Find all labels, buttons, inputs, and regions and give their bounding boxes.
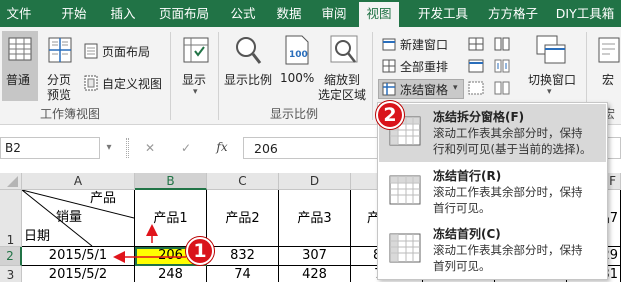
name-box-dropdown-icon[interactable]: ▾ xyxy=(101,139,117,157)
custom-views-button[interactable]: 自定义视图 xyxy=(82,73,168,93)
group-separator xyxy=(170,32,171,120)
normal-view-icon xyxy=(8,37,32,61)
switch-windows-dropdown-icon: ▾ xyxy=(547,87,552,97)
arrange-all-label: 全部重排 xyxy=(400,60,449,74)
freeze-first-column-desc: 滚动工作表其余部分时，保持 首列可见。 xyxy=(433,242,603,274)
switch-windows-label: 切换窗口 xyxy=(528,73,577,87)
ribbon-tab-bar: 文件 开始 插入 页面布局 公式 数据 审阅 视图 开发工具 方方格子 DIY工… xyxy=(0,0,621,27)
view-side-by-side-icon[interactable] xyxy=(494,37,510,51)
tab-formulas[interactable]: 公式 xyxy=(224,0,262,27)
formula-bar-grip[interactable] xyxy=(126,138,129,158)
freeze-top-row-icon xyxy=(389,175,421,205)
macro-icon xyxy=(598,37,620,63)
freeze-panes-desc-1: 滚动工作表其余部分时，保持 xyxy=(433,126,583,140)
macros-button[interactable]: 宏 xyxy=(592,31,621,101)
switch-windows-icon xyxy=(536,35,566,64)
zoom-100-label: 100% xyxy=(280,71,315,85)
tab-view[interactable]: 视图 xyxy=(359,2,399,27)
freeze-first-column-title: 冻结首列(C) xyxy=(433,227,501,241)
freeze-panes-desc-2: 行和列可见(基于当前的选择)。 xyxy=(433,142,592,156)
show-dropdown-icon: ▾ xyxy=(193,87,198,97)
zoom-selection-icon xyxy=(330,35,358,63)
tab-home[interactable]: 开始 xyxy=(54,0,94,27)
zoom-100-button[interactable]: 100 100% xyxy=(278,31,316,101)
page-break-label-2: 预览 xyxy=(47,88,72,102)
zoom-to-selection-button[interactable]: 缩放到 选定区域 xyxy=(318,31,370,102)
step-badge-2: 2 xyxy=(376,101,404,129)
arrange-all-icon xyxy=(382,59,396,73)
page-layout-button[interactable]: 页面布局 xyxy=(82,41,162,61)
hide-window-icon[interactable] xyxy=(468,59,484,73)
tab-review[interactable]: 审阅 xyxy=(315,0,353,27)
freeze-panes-dropdown-menu: 冻结拆分窗格(F) 滚动工作表其余部分时，保持 行和列可见(基于当前的选择)。 … xyxy=(377,102,608,280)
split-icon[interactable] xyxy=(468,37,484,51)
freeze-panes-dropdown-icon: ▾ xyxy=(453,83,458,93)
reset-window-position-icon[interactable] xyxy=(494,81,510,95)
zoom-group-label: 显示比例 xyxy=(270,107,319,121)
macros-label: 宏 xyxy=(602,73,615,87)
workbook-views-group-label: 工作簿视图 xyxy=(40,107,101,121)
insert-function-icon[interactable]: fx xyxy=(210,138,234,156)
freeze-first-column-desc-2: 首列可见。 xyxy=(433,259,491,273)
svg-text:100: 100 xyxy=(289,50,308,60)
new-window-icon xyxy=(382,38,396,51)
cancel-icon[interactable]: ✕ xyxy=(140,139,160,157)
tab-insert[interactable]: 插入 xyxy=(104,0,142,27)
freeze-panes-desc: 滚动工作表其余部分时，保持 行和列可见(基于当前的选择)。 xyxy=(433,125,603,157)
freeze-top-row-title: 冻结首行(R) xyxy=(433,169,502,183)
switch-windows-button[interactable]: 切换窗口 ▾ xyxy=(522,31,580,101)
tab-diy-toolbox[interactable]: DIY工具箱 xyxy=(549,0,621,27)
sync-scroll-icon[interactable] xyxy=(494,59,510,73)
unhide-window-icon[interactable] xyxy=(468,81,484,95)
freeze-top-row-desc-2: 首行可见。 xyxy=(433,201,491,215)
tab-fangfang[interactable]: 方方格子 xyxy=(482,0,544,27)
zoom-100-icon: 100 xyxy=(285,35,309,65)
zoom-button[interactable]: 显示比例 xyxy=(222,31,274,101)
group-separator xyxy=(372,32,373,120)
freeze-first-column-icon xyxy=(389,233,421,263)
menu-item-freeze-first-column[interactable]: 冻结首列(C) 滚动工作表其余部分时，保持 首列可见。 xyxy=(379,221,606,279)
page-break-icon xyxy=(48,37,72,63)
show-icon xyxy=(183,37,209,63)
step-badge-1: 1 xyxy=(186,237,214,265)
group-separator xyxy=(218,32,219,120)
enter-icon[interactable]: ✓ xyxy=(176,139,196,157)
page-break-preview-button[interactable]: 分页 预览 xyxy=(42,31,78,102)
page-layout-label: 页面布局 xyxy=(102,45,151,59)
show-label: 显示 xyxy=(182,73,207,87)
new-window-button[interactable]: 新建窗口 xyxy=(378,35,458,53)
freeze-panes-label: 冻结窗格 xyxy=(400,83,449,97)
menu-item-freeze-panes[interactable]: 冻结拆分窗格(F) 滚动工作表其余部分时，保持 行和列可见(基于当前的选择)。 xyxy=(379,104,606,162)
zoom-selection-label-2: 选定区域 xyxy=(318,88,367,102)
freeze-panes-button[interactable]: 冻结窗格 ▾ xyxy=(378,79,464,99)
new-window-label: 新建窗口 xyxy=(400,38,449,52)
tab-developer[interactable]: 开发工具 xyxy=(410,0,476,27)
page-layout-icon xyxy=(84,43,98,59)
freeze-top-row-desc: 滚动工作表其余部分时，保持 首行可见。 xyxy=(433,184,603,216)
zoom-label: 显示比例 xyxy=(224,73,273,87)
freeze-first-column-desc-1: 滚动工作表其余部分时，保持 xyxy=(433,243,583,257)
custom-views-label: 自定义视图 xyxy=(102,77,163,91)
magnifier-icon xyxy=(236,37,262,64)
freeze-top-row-desc-1: 滚动工作表其余部分时，保持 xyxy=(433,185,583,199)
menu-item-freeze-top-row[interactable]: 冻结首行(R) 滚动工作表其余部分时，保持 首行可见。 xyxy=(379,163,606,221)
freeze-panes-icon xyxy=(382,82,396,96)
name-box[interactable]: B2 xyxy=(0,137,100,159)
tab-data[interactable]: 数据 xyxy=(270,0,308,27)
normal-view-button[interactable]: 普通 xyxy=(2,31,38,101)
freeze-panes-title: 冻结拆分窗格(F) xyxy=(433,110,525,124)
show-button[interactable]: 显示 ▾ xyxy=(176,31,216,101)
tab-page-layout[interactable]: 页面布局 xyxy=(154,0,214,27)
normal-view-label: 普通 xyxy=(6,73,31,87)
custom-views-icon xyxy=(84,75,98,91)
tab-file[interactable]: 文件 xyxy=(0,0,38,27)
arrange-all-button[interactable]: 全部重排 xyxy=(378,57,458,75)
